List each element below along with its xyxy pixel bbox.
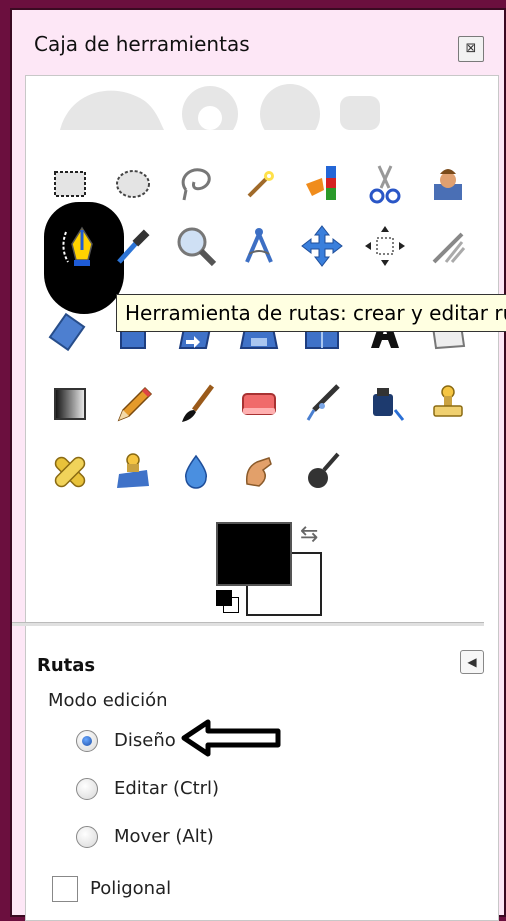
window-title: Caja de herramientas (34, 32, 250, 56)
tooltip: Herramienta de rutas: crear y editar ru (116, 294, 506, 332)
radio-button[interactable] (76, 778, 98, 800)
paintbrush-icon[interactable] (172, 380, 220, 428)
ink-icon[interactable] (361, 380, 409, 428)
select-by-color-icon[interactable] (298, 160, 346, 208)
tool-options-menu-button[interactable]: ◀ (460, 650, 484, 674)
alignment-icon[interactable] (361, 222, 409, 270)
free-select-icon[interactable] (172, 160, 220, 208)
radio-label: Mover (Alt) (114, 826, 214, 847)
heal-icon[interactable] (46, 448, 94, 496)
crop-icon[interactable] (424, 222, 472, 270)
foreground-select-icon[interactable] (424, 160, 472, 208)
foreground-color-swatch[interactable] (216, 522, 292, 586)
color-area: ⇆ (212, 518, 332, 618)
measure-icon[interactable] (235, 222, 283, 270)
ellipse-select-icon[interactable] (109, 160, 157, 208)
radio-label: Diseño (114, 730, 176, 751)
polygonal-checkbox[interactable] (52, 876, 78, 902)
blend-icon[interactable] (46, 380, 94, 428)
zoom-icon[interactable] (172, 222, 220, 270)
paths-tool-icon[interactable] (58, 222, 106, 270)
radio-label: Editar (Ctrl) (114, 778, 220, 799)
close-button[interactable]: ⊠ (458, 36, 484, 62)
perspective-clone-icon[interactable] (109, 448, 157, 496)
arrow-annotation-icon (181, 719, 281, 757)
reset-colors-icon[interactable] (216, 590, 242, 616)
radio-button[interactable] (76, 730, 98, 752)
move-icon[interactable] (298, 222, 346, 270)
tool-options-title: Rutas (37, 655, 96, 676)
wilber-banner-icon[interactable] (60, 82, 380, 130)
rotate-icon[interactable] (46, 310, 94, 358)
polygonal-label: Poligonal (90, 878, 172, 899)
smudge-icon[interactable] (235, 448, 283, 496)
color-picker-icon[interactable] (109, 222, 157, 270)
airbrush-icon[interactable] (298, 380, 346, 428)
eraser-icon[interactable] (235, 380, 283, 428)
edit-mode-label: Modo edición (48, 690, 168, 711)
radio-button[interactable] (76, 826, 98, 848)
scissors-select-icon[interactable] (361, 160, 409, 208)
panel-divider[interactable] (12, 622, 484, 626)
pencil-icon[interactable] (109, 380, 157, 428)
toolbox-window: Caja de herramientas ⊠ Herramienta de ru… (10, 8, 506, 921)
swap-colors-icon[interactable]: ⇆ (300, 522, 318, 547)
rect-select-icon[interactable] (46, 160, 94, 208)
dodge-burn-icon[interactable] (298, 448, 346, 496)
fuzzy-select-icon[interactable] (235, 160, 283, 208)
blur-icon[interactable] (172, 448, 220, 496)
clone-icon[interactable] (424, 380, 472, 428)
